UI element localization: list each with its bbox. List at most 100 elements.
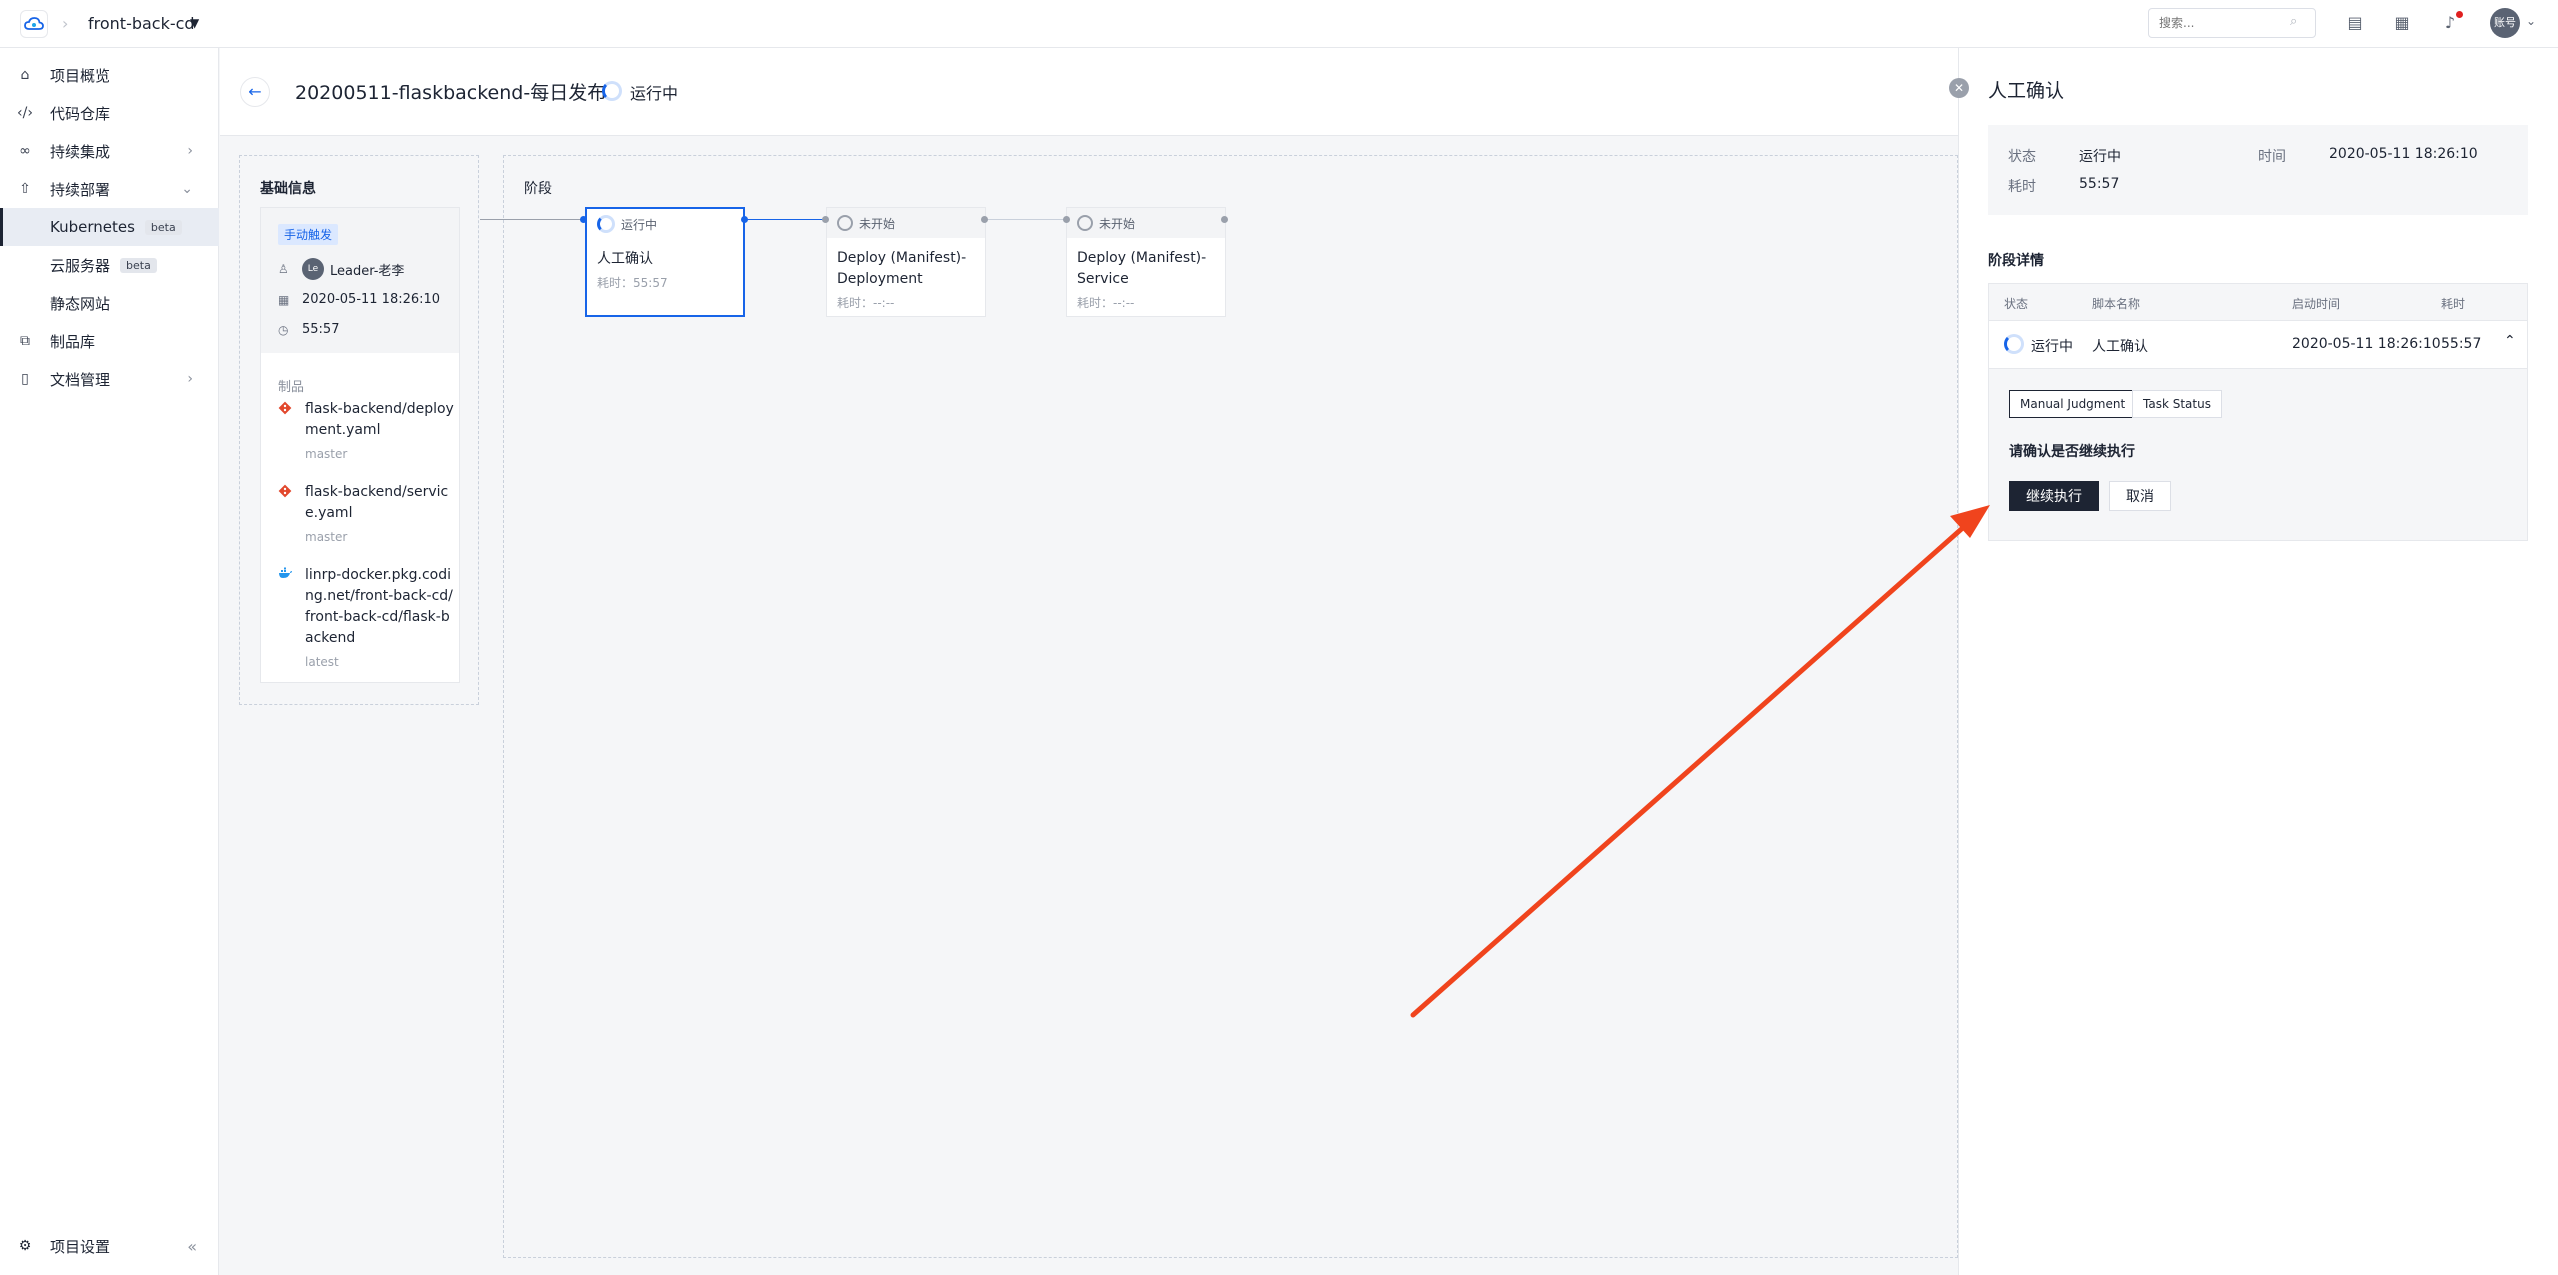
sidebar-item-label: Kubernetes xyxy=(50,218,135,236)
artifact-ref: master xyxy=(305,530,348,544)
time-value: 2020-05-11 18:26:10 xyxy=(2329,146,2478,162)
close-icon[interactable]: ✕ xyxy=(1949,78,1969,98)
table-row[interactable]: 运行中 人工确认 2020-05-11 18:26:10 55:57 ⌃ xyxy=(1989,320,2527,368)
back-arrow-icon[interactable]: ← xyxy=(240,77,270,107)
chevron-down-icon: ⌄ xyxy=(181,181,193,197)
connector-line xyxy=(745,219,827,220)
calendar-icon[interactable]: ▦ xyxy=(2391,12,2413,34)
artifact-item[interactable]: linrp-docker.pkg.coding.net/front-back-c… xyxy=(278,565,456,677)
chevron-up-icon[interactable]: ⌃ xyxy=(2504,333,2516,349)
connector-line xyxy=(480,219,586,220)
tab-manual-judgment[interactable]: Manual Judgment xyxy=(2009,390,2137,418)
confirm-question: 请确认是否继续执行 xyxy=(2009,444,2135,460)
detail-drawer xyxy=(1958,48,2558,1275)
sidebar-item-overview[interactable]: ⌂ 项目概览 xyxy=(0,56,219,94)
sidebar-item-label: 持续集成 xyxy=(50,142,111,161)
sidebar-item-cloud-server[interactable]: 云服务器 beta xyxy=(0,246,219,284)
stage-card-deploy-deployment[interactable]: 未开始 Deploy (Manifest)-Deployment 耗时：--:-… xyxy=(826,207,986,317)
trigger-date: ▦ 2020-05-11 18:26:10 xyxy=(278,292,440,307)
duration-label: 耗时 xyxy=(2008,179,2036,195)
breadcrumb-separator-icon: › xyxy=(62,14,69,33)
stage-name: Deploy (Manifest)-Deployment xyxy=(837,250,967,287)
row-start-time: 2020-05-11 18:26:10 xyxy=(2292,336,2441,352)
sidebar-item-static-site[interactable]: 静态网站 xyxy=(0,284,219,322)
sidebar-item-cd[interactable]: ⇧ 持续部署 ⌄ xyxy=(0,170,219,208)
user-name: Leader-老李 xyxy=(330,263,405,279)
doc-icon: ▯ xyxy=(21,371,29,387)
cloud-logo-icon[interactable] xyxy=(20,10,48,38)
sidebar-item-label: 云服务器 xyxy=(50,256,111,275)
stage-card-manual-judgment[interactable]: 运行中 人工确认 耗时：55:57 xyxy=(585,207,745,317)
gear-icon: ⚙ xyxy=(18,1238,32,1254)
connector-dot xyxy=(1063,216,1070,223)
basic-info-card: 手动触发 ♙ Le Leader-老李 ▦ 2020-05-11 18:26:1… xyxy=(260,207,460,683)
rocket-icon: ⇧ xyxy=(19,181,31,197)
collapse-sidebar-icon[interactable]: « xyxy=(187,1237,197,1256)
column-header: 耗时 xyxy=(2441,297,2466,311)
sidebar-item-code-repo[interactable]: ‹/› 代码仓库 xyxy=(0,94,219,132)
artifact-item[interactable]: flask-backend/service.yaml master xyxy=(278,482,456,552)
sidebar-item-ci[interactable]: ∞ 持续集成 › xyxy=(0,132,219,170)
sidebar-item-artifacts[interactable]: ⧉ 制品库 xyxy=(0,322,219,360)
sidebar-item-label: 持续部署 xyxy=(50,180,111,199)
artifact-item[interactable]: flask-backend/deployment.yaml master xyxy=(278,399,456,469)
pending-circle-icon xyxy=(1077,215,1093,231)
beta-badge: beta xyxy=(144,219,182,235)
caret-down-icon[interactable]: ▼ xyxy=(190,16,199,30)
row-script-name: 人工确认 xyxy=(2092,339,2148,355)
chat-icon[interactable]: ▤ xyxy=(2344,12,2366,34)
git-icon xyxy=(278,401,292,419)
running-spinner-icon xyxy=(597,215,615,233)
connector-line xyxy=(985,219,1067,220)
sidebar-item-settings[interactable]: ⚙ 项目设置 « xyxy=(0,1226,219,1266)
stage-status: 未开始 xyxy=(827,208,985,238)
cancel-button[interactable]: 取消 xyxy=(2109,481,2171,511)
column-header: 状态 xyxy=(2004,297,2029,311)
user-icon: ♙ xyxy=(278,262,289,276)
sidebar-item-label: 项目设置 xyxy=(50,1237,111,1256)
sidebar-item-label: 文档管理 xyxy=(50,370,111,389)
project-switcher[interactable]: front-back-cd xyxy=(88,14,195,33)
search-icon[interactable]: ⌕ xyxy=(2290,14,2297,29)
running-spinner-icon xyxy=(2004,334,2024,354)
sidebar-item-label: 项目概览 xyxy=(50,66,111,85)
stage-name: 人工确认 xyxy=(597,251,653,267)
stage-duration: 耗时：--:-- xyxy=(837,296,895,310)
status-label: 状态 xyxy=(2008,149,2036,165)
sidebar-item-kubernetes[interactable]: Kubernetes beta xyxy=(0,208,219,246)
table-header: 状态 脚本名称 启动时间 耗时 xyxy=(1989,284,2527,320)
row-expanded-content: Manual Judgment Task Status 请确认是否继续执行 继续… xyxy=(1989,368,2527,540)
stage-duration: 耗时：--:-- xyxy=(1077,296,1135,310)
drawer-title: 人工确认 xyxy=(1988,80,2065,102)
column-header: 脚本名称 xyxy=(2092,297,2141,311)
time-label: 时间 xyxy=(2258,149,2286,165)
stage-card-deploy-service[interactable]: 未开始 Deploy (Manifest)-Service 耗时：--:-- xyxy=(1066,207,1226,317)
connector-dot xyxy=(981,216,988,223)
chevron-down-icon[interactable]: ⌄ xyxy=(2526,14,2536,28)
sidebar-item-docs[interactable]: ▯ 文档管理 › xyxy=(0,360,219,398)
docker-icon xyxy=(278,567,293,583)
stage-detail-table: 状态 脚本名称 启动时间 耗时 运行中 人工确认 2020-05-11 18:2… xyxy=(1988,283,2528,541)
active-indicator xyxy=(0,208,3,246)
user-avatar[interactable]: 账号 xyxy=(2490,8,2520,38)
code-icon: ‹/› xyxy=(17,105,33,121)
tab-task-status[interactable]: Task Status xyxy=(2132,390,2222,418)
beta-badge: beta xyxy=(120,257,157,273)
git-icon xyxy=(278,484,292,502)
avatar: Le xyxy=(302,258,324,280)
chevron-right-icon: › xyxy=(187,371,193,387)
stages-panel xyxy=(503,155,1958,1258)
stage-name: Deploy (Manifest)-Service xyxy=(1077,250,1207,287)
stage-status: 未开始 xyxy=(1067,208,1225,238)
sidebar: ⌂ 项目概览 ‹/› 代码仓库 ∞ 持续集成 › ⇧ 持续部署 ⌄ Kubern… xyxy=(0,48,219,1275)
notification-dot xyxy=(2456,11,2463,18)
artifact-name: flask-backend/deployment.yaml xyxy=(305,401,454,438)
column-header: 启动时间 xyxy=(2292,297,2341,311)
calendar-icon: ▦ xyxy=(278,292,290,307)
manual-trigger-tag: 手动触发 xyxy=(278,224,339,245)
artifact-ref: master xyxy=(305,447,348,461)
continue-button[interactable]: 继续执行 xyxy=(2009,481,2099,511)
artifact-name: flask-backend/service.yaml xyxy=(305,484,449,521)
sidebar-item-label: 代码仓库 xyxy=(50,104,111,123)
stage-status-label: 未开始 xyxy=(1099,216,1136,231)
